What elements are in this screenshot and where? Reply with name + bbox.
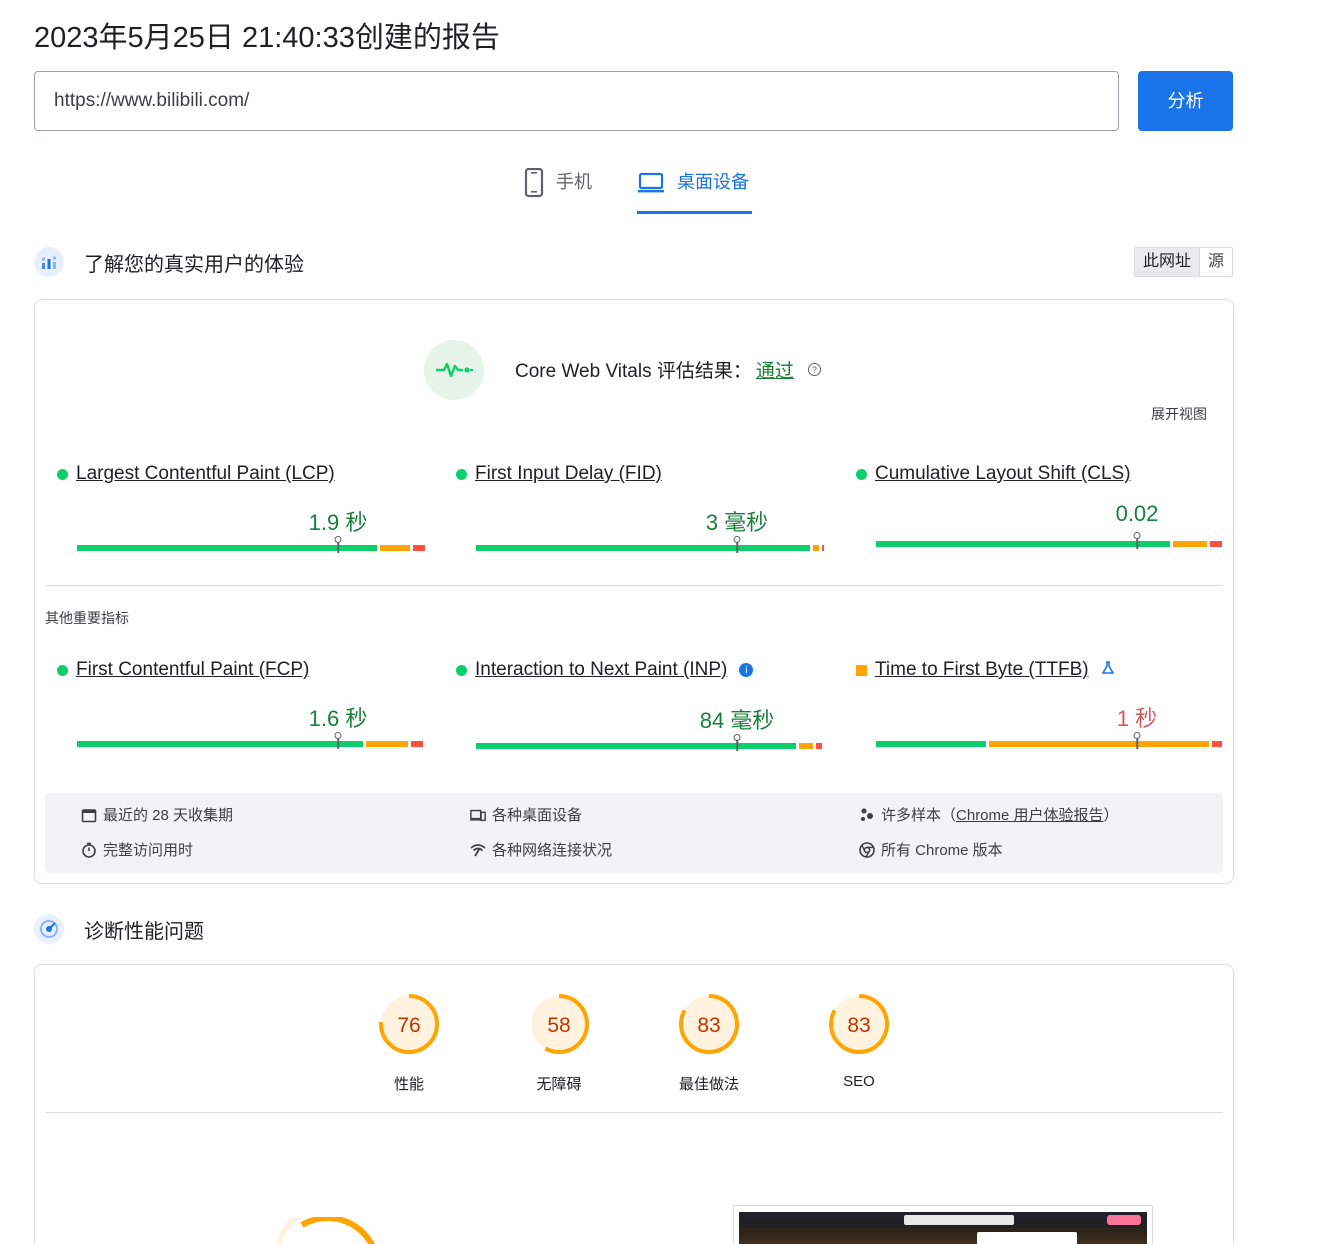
toggle-this-url[interactable]: 此网址 bbox=[1135, 248, 1201, 276]
good-indicator-icon bbox=[456, 468, 467, 480]
timer-icon bbox=[81, 842, 97, 858]
metric-fcp: First Contentful Paint (FCP) 1.6 秒 bbox=[57, 659, 423, 759]
gauge-score: 76 bbox=[397, 1014, 421, 1037]
info-duration: 完整访问用时 bbox=[81, 839, 193, 860]
cwv-result-link[interactable]: 通过 bbox=[756, 356, 794, 383]
calendar-icon bbox=[81, 807, 97, 823]
metric-value: 0.02 bbox=[1115, 501, 1159, 526]
metric-fid: First Input Delay (FID) 3 毫秒 bbox=[456, 463, 824, 563]
metric-value: 1.9 秒 bbox=[308, 510, 368, 535]
gauge-accessibility[interactable]: 58 无障碍 bbox=[504, 993, 614, 1094]
good-indicator-icon bbox=[456, 664, 467, 676]
distribution-bar bbox=[876, 741, 1222, 747]
wifi-icon bbox=[470, 842, 486, 858]
info-devices: 各种桌面设备 bbox=[470, 804, 582, 825]
cwv-assessment: Core Web Vitals 评估结果： 通过 ? bbox=[515, 356, 821, 383]
flask-icon[interactable] bbox=[1101, 659, 1115, 681]
field-data-title: 了解您的真实用户的体验 bbox=[84, 253, 304, 276]
gauge-best-practices[interactable]: 83 最佳做法 bbox=[654, 993, 764, 1094]
distribution-bar bbox=[876, 541, 1222, 547]
metric-value: 3 毫秒 bbox=[705, 510, 769, 535]
other-metrics-label: 其他重要指标 bbox=[45, 610, 129, 626]
metric-cls: Cumulative Layout Shift (CLS) 0.02 bbox=[856, 463, 1222, 563]
metric-ttfb: Time to First Byte (TTFB) 1 秒 bbox=[856, 659, 1222, 759]
good-indicator-icon bbox=[856, 468, 867, 480]
gauge-label: 无障碍 bbox=[536, 1076, 582, 1093]
page-title: 2023年5月25日 21:40:33创建的报告 bbox=[34, 22, 500, 54]
metric-lcp: Largest Contentful Paint (LCP) 1.9 秒 bbox=[57, 463, 425, 563]
phone-icon bbox=[524, 168, 544, 198]
distribution-bar bbox=[476, 743, 822, 749]
cwv-card: Core Web Vitals 评估结果： 通过 ? 展开视图 Largest … bbox=[34, 299, 1234, 884]
info-chrome: 所有 Chrome 版本 bbox=[859, 839, 1003, 860]
url-origin-toggle[interactable]: 此网址 源 bbox=[1134, 247, 1234, 277]
info-samples: 许多样本（ Chrome 用户体验报告） bbox=[859, 804, 1119, 825]
tab-desktop-label: 桌面设备 bbox=[677, 172, 749, 192]
diagnose-title: 诊断性能问题 bbox=[84, 920, 204, 943]
metric-value: 1.6 秒 bbox=[308, 706, 368, 731]
devices-icon bbox=[470, 807, 486, 823]
average-indicator-icon bbox=[856, 664, 867, 676]
gauge-score: 58 bbox=[547, 1014, 571, 1037]
collection-info: 最近的 28 天收集期 完整访问用时 各种桌面设备 各种网络连接状况 许多样本（… bbox=[45, 793, 1223, 873]
metric-name[interactable]: First Contentful Paint (FCP) bbox=[76, 659, 309, 681]
analyze-button[interactable]: 分析 bbox=[1138, 71, 1233, 131]
metric-name[interactable]: Cumulative Layout Shift (CLS) bbox=[875, 463, 1131, 485]
gauge-label: 性能 bbox=[393, 1076, 424, 1093]
section-divider bbox=[45, 585, 1223, 586]
good-indicator-icon bbox=[57, 468, 68, 480]
metric-value: 1 秒 bbox=[1116, 706, 1158, 731]
good-indicator-icon bbox=[57, 664, 68, 676]
field-data-icon bbox=[34, 247, 64, 277]
section-divider bbox=[45, 1112, 1223, 1113]
expand-view-link[interactable]: 展开视图 bbox=[1151, 404, 1207, 424]
metric-inp: Interaction to Next Paint (INP) i 84 毫秒 bbox=[456, 659, 822, 759]
diagnose-header: 诊断性能问题 bbox=[34, 914, 204, 944]
gauge-label: 最佳做法 bbox=[678, 1076, 739, 1093]
diagnose-icon bbox=[34, 914, 64, 944]
distribution-bar bbox=[77, 741, 423, 747]
distribution-bar bbox=[476, 545, 824, 551]
url-input[interactable]: https://www.bilibili.com/ bbox=[34, 71, 1119, 131]
tab-desktop[interactable]: 桌面设备 bbox=[637, 168, 752, 214]
metric-name[interactable]: Largest Contentful Paint (LCP) bbox=[76, 463, 335, 485]
gauge-score: 83 bbox=[697, 1014, 721, 1037]
gauge-score: 83 bbox=[847, 1014, 871, 1037]
field-data-header: 了解您的真实用户的体验 bbox=[34, 247, 304, 277]
laptop-icon bbox=[637, 168, 665, 196]
help-icon[interactable]: ? bbox=[807, 363, 821, 376]
cwv-label: Core Web Vitals 评估结果： bbox=[515, 361, 752, 382]
metric-name[interactable]: First Input Delay (FID) bbox=[475, 463, 662, 485]
pulse-icon bbox=[424, 340, 484, 400]
distribution-bar bbox=[77, 545, 425, 551]
metric-name[interactable]: Time to First Byte (TTFB) bbox=[875, 659, 1089, 681]
metric-value: 84 毫秒 bbox=[699, 708, 775, 733]
info-icon[interactable]: i bbox=[739, 663, 754, 677]
chrome-icon bbox=[859, 841, 875, 858]
metric-name[interactable]: Interaction to Next Paint (INP) bbox=[475, 659, 727, 681]
gauge-seo[interactable]: 83 SEO bbox=[804, 993, 914, 1090]
crux-report-link[interactable]: Chrome 用户体验报告 bbox=[956, 804, 1104, 825]
gauge-label: SEO bbox=[843, 1073, 875, 1090]
gauge-performance[interactable]: 76 性能 bbox=[354, 993, 464, 1094]
tab-mobile-label: 手机 bbox=[556, 172, 592, 192]
diagnose-card: 76 性能 58 无障碍 83 最佳做法 83 SEO bbox=[34, 964, 1234, 1244]
tab-mobile[interactable]: 手机 bbox=[524, 168, 592, 214]
performance-gauge-large bbox=[275, 1217, 375, 1244]
samples-icon bbox=[859, 807, 875, 823]
page-screenshot-thumbnail bbox=[733, 1205, 1153, 1244]
info-period: 最近的 28 天收集期 bbox=[81, 804, 233, 825]
toggle-origin[interactable]: 源 bbox=[1200, 248, 1232, 276]
info-network: 各种网络连接状况 bbox=[470, 839, 612, 860]
